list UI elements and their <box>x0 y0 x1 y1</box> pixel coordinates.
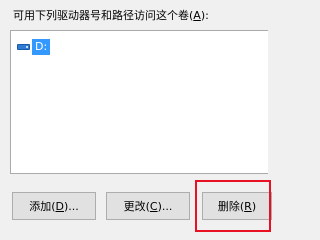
drive-icon <box>17 44 30 50</box>
list-item-drive-d[interactable]: D: <box>17 38 51 56</box>
delete-highlight-box <box>195 180 271 232</box>
change-button[interactable]: 更改(C)... <box>106 192 190 220</box>
drive-letter-listbox[interactable]: D: <box>10 30 268 174</box>
add-button[interactable]: 添加(D)... <box>12 192 96 220</box>
drive-paths-label: 可用下列驱动器号和路径访问这个卷(A): <box>13 9 209 22</box>
list-item-label: D: <box>32 39 51 55</box>
